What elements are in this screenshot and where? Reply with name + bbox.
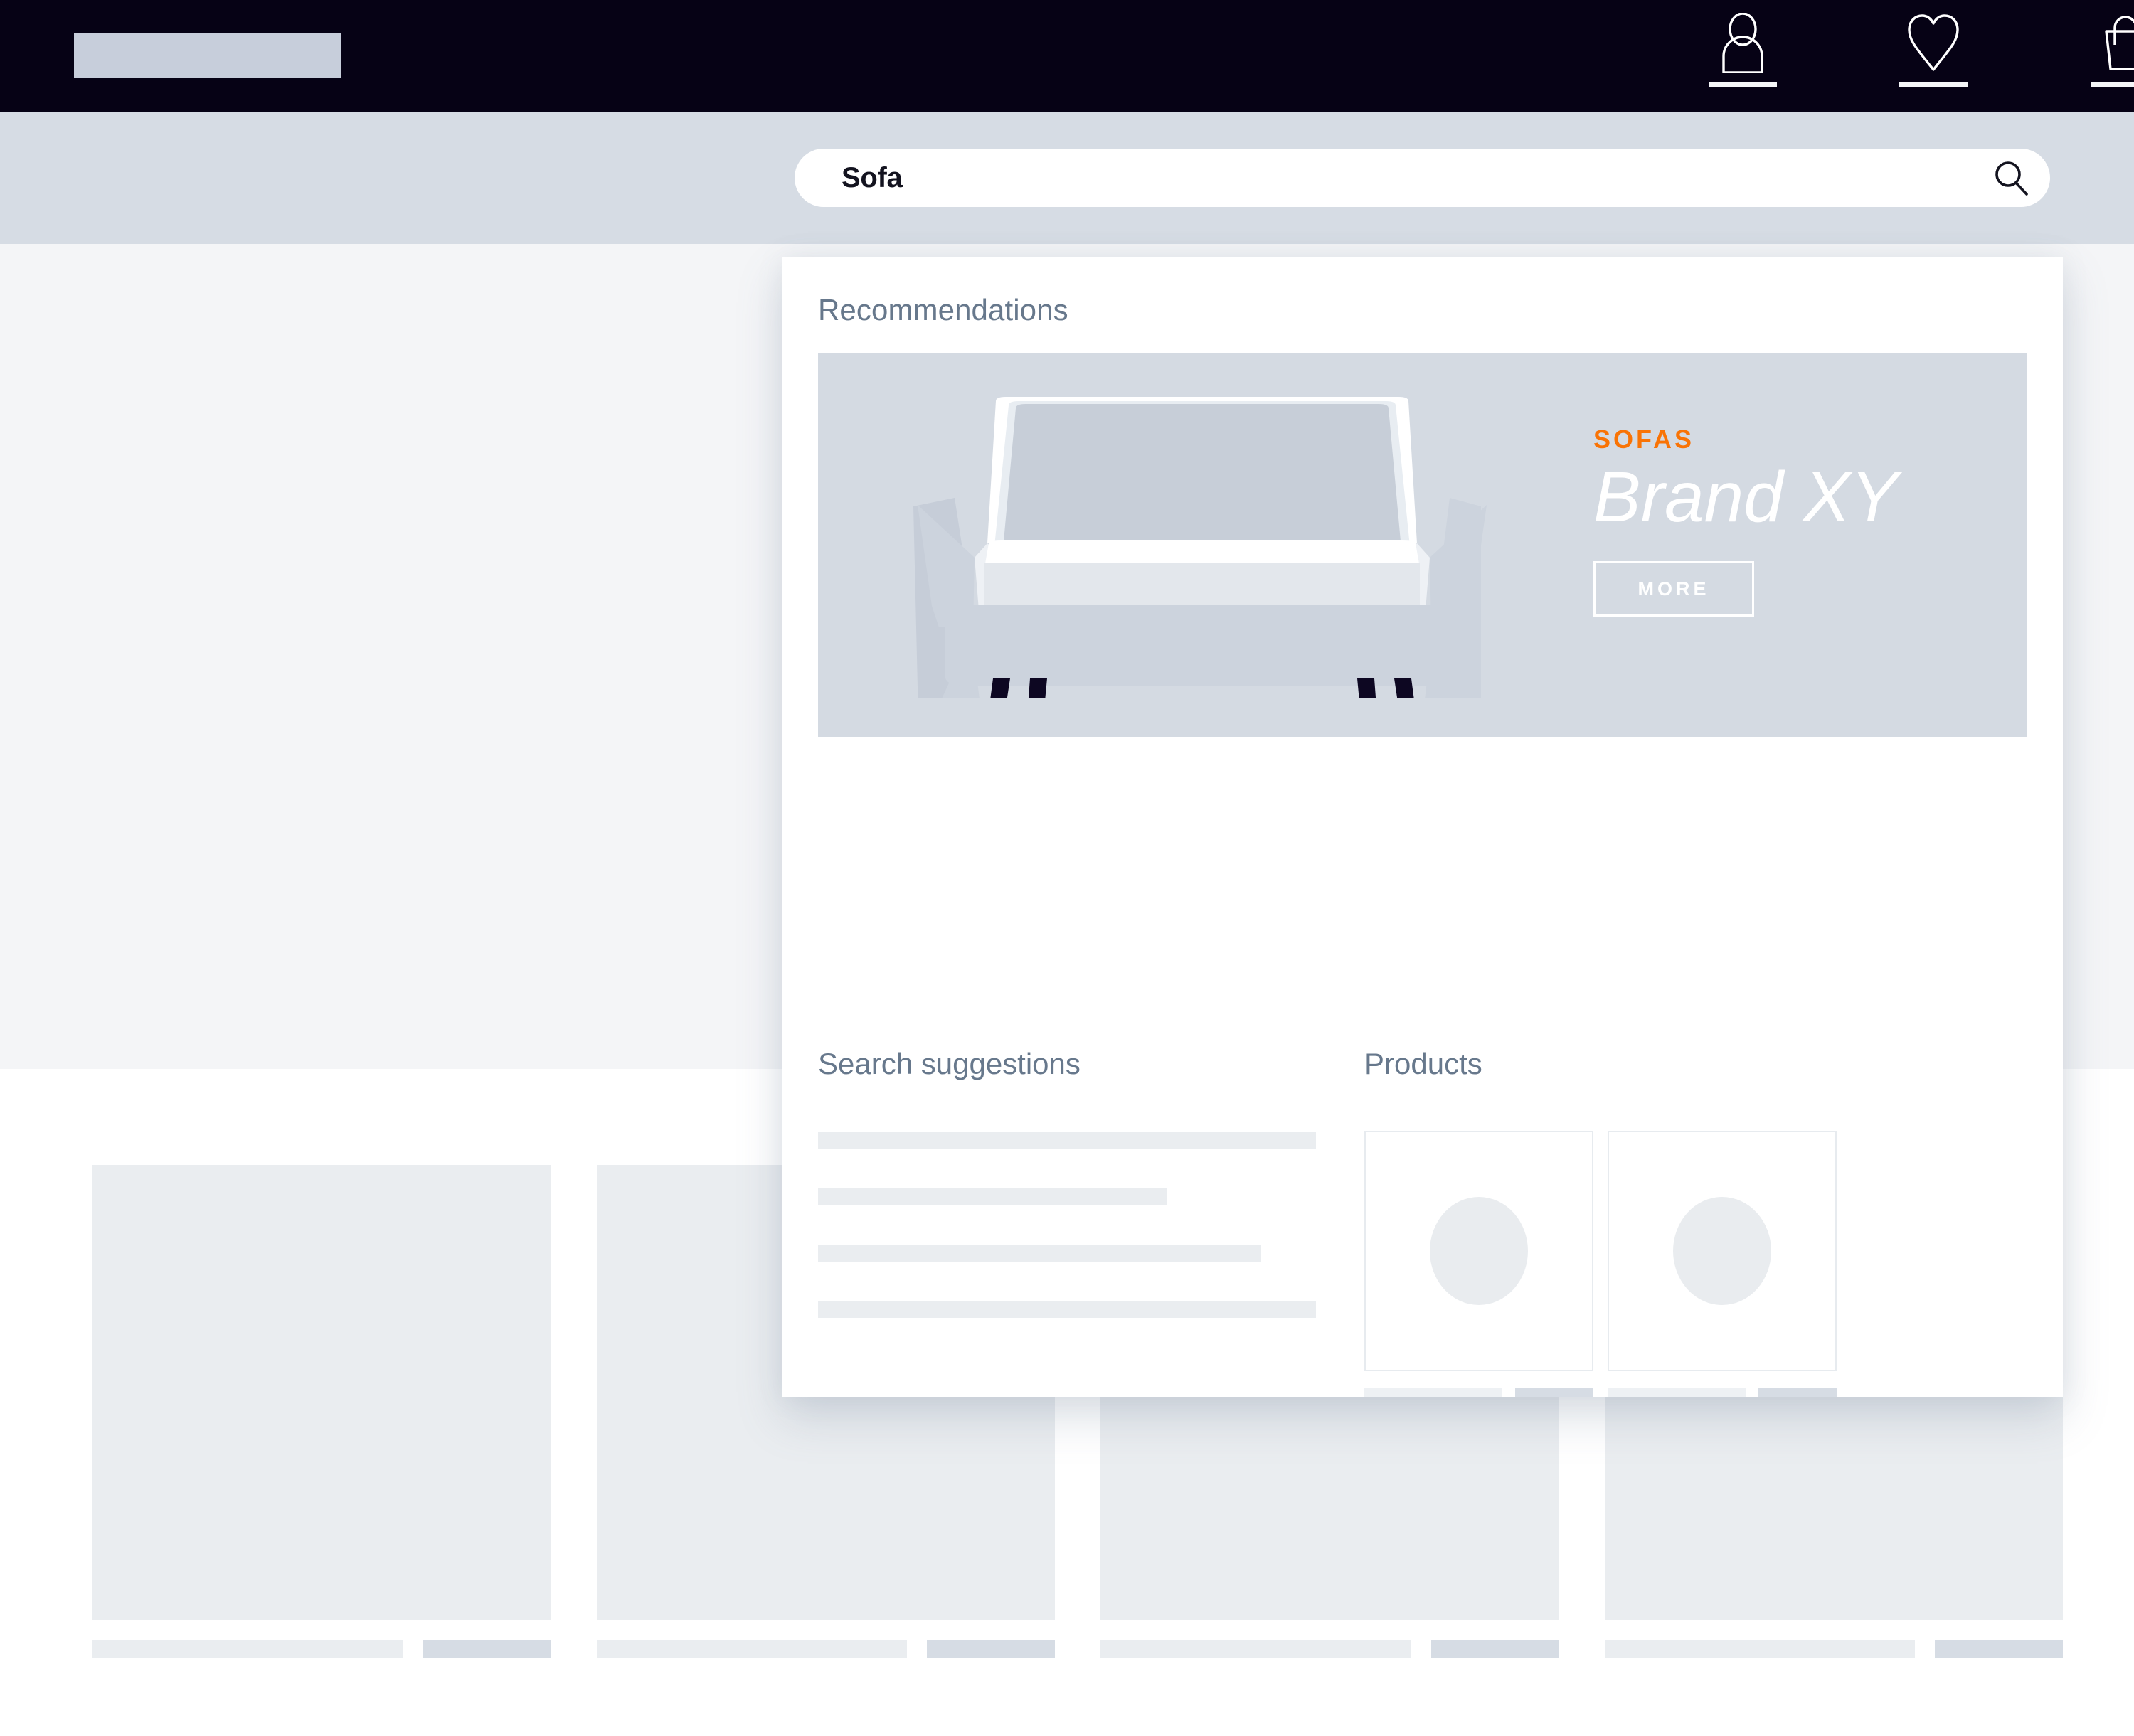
heart-icon — [1908, 14, 1959, 71]
product-image-placeholder — [1673, 1197, 1771, 1305]
wishlist-icon-button[interactable] — [1869, 13, 1997, 105]
account-icon-button[interactable] — [1679, 13, 1807, 105]
product-title-placeholder — [1364, 1388, 1502, 1397]
result-title-placeholder — [596, 1640, 907, 1658]
suggestion-item[interactable] — [818, 1132, 1316, 1149]
result-title-placeholder — [1100, 1640, 1411, 1658]
cart-icon-button[interactable] — [2061, 13, 2134, 105]
product-image-placeholder — [1430, 1197, 1528, 1305]
suggestion-item[interactable] — [818, 1301, 1316, 1318]
promo-banner[interactable]: SOFAS Brand XY MORE — [818, 353, 2027, 737]
products-grid — [1364, 1131, 2063, 1397]
suggestions-column: Search suggestions Category — [818, 1047, 1316, 1397]
suggestion-item[interactable] — [818, 1245, 1261, 1262]
shopping-bag-icon — [2105, 16, 2134, 70]
result-price-placeholder — [423, 1640, 551, 1658]
products-column: Products — [1364, 1047, 2063, 1397]
header-icon-group — [1551, 0, 2134, 112]
sofa-illustration — [903, 393, 1501, 737]
product-title-placeholder — [1608, 1388, 1746, 1397]
search-icon — [1995, 161, 2028, 196]
result-price-placeholder — [927, 1640, 1055, 1658]
account-icon — [1722, 13, 1763, 73]
product-card[interactable] — [1608, 1131, 1837, 1397]
product-price-placeholder — [1758, 1388, 1837, 1397]
banner-brand-title: Brand XY — [1593, 457, 1899, 537]
result-meta — [92, 1640, 551, 1658]
recommendations-heading: Recommendations — [818, 293, 1068, 326]
cart-underline — [2091, 82, 2134, 87]
search-input[interactable] — [842, 161, 1972, 194]
search-suggestions-list — [818, 1132, 1316, 1318]
result-meta — [1100, 1640, 1559, 1658]
page-root: Recommendations — [0, 0, 2134, 1736]
product-meta — [1364, 1388, 1593, 1397]
top-header-bar — [0, 0, 2134, 112]
product-meta — [1608, 1388, 1837, 1397]
result-title-placeholder — [92, 1640, 403, 1658]
result-meta — [1604, 1640, 2063, 1658]
banner-text-block: SOFAS Brand XY MORE — [1593, 425, 1992, 617]
banner-more-button[interactable]: MORE — [1593, 561, 1754, 617]
banner-kicker: SOFAS — [1593, 425, 1695, 454]
result-thumbnail — [92, 1165, 551, 1620]
result-price-placeholder — [1430, 1640, 1559, 1658]
result-price-placeholder — [1935, 1640, 2063, 1658]
product-thumbnail — [1608, 1131, 1837, 1371]
search-suggestions-heading: Search suggestions — [818, 1047, 1081, 1080]
account-underline — [1709, 82, 1777, 87]
search-submit-button[interactable] — [1972, 149, 2050, 207]
product-price-placeholder — [1515, 1388, 1593, 1397]
search-suggestions-panel: Recommendations SOFAS Brand XY MORE Sear… — [782, 257, 2063, 1397]
wishlist-underline — [1899, 82, 1968, 87]
result-card[interactable] — [92, 1165, 551, 1663]
product-thumbnail — [1364, 1131, 1593, 1371]
product-card[interactable] — [1364, 1131, 1593, 1397]
result-meta — [596, 1640, 1055, 1658]
search-box[interactable] — [795, 149, 2050, 207]
logo-placeholder[interactable] — [74, 33, 341, 78]
result-title-placeholder — [1604, 1640, 1915, 1658]
suggestion-item[interactable] — [818, 1188, 1167, 1205]
products-heading: Products — [1364, 1047, 1482, 1080]
